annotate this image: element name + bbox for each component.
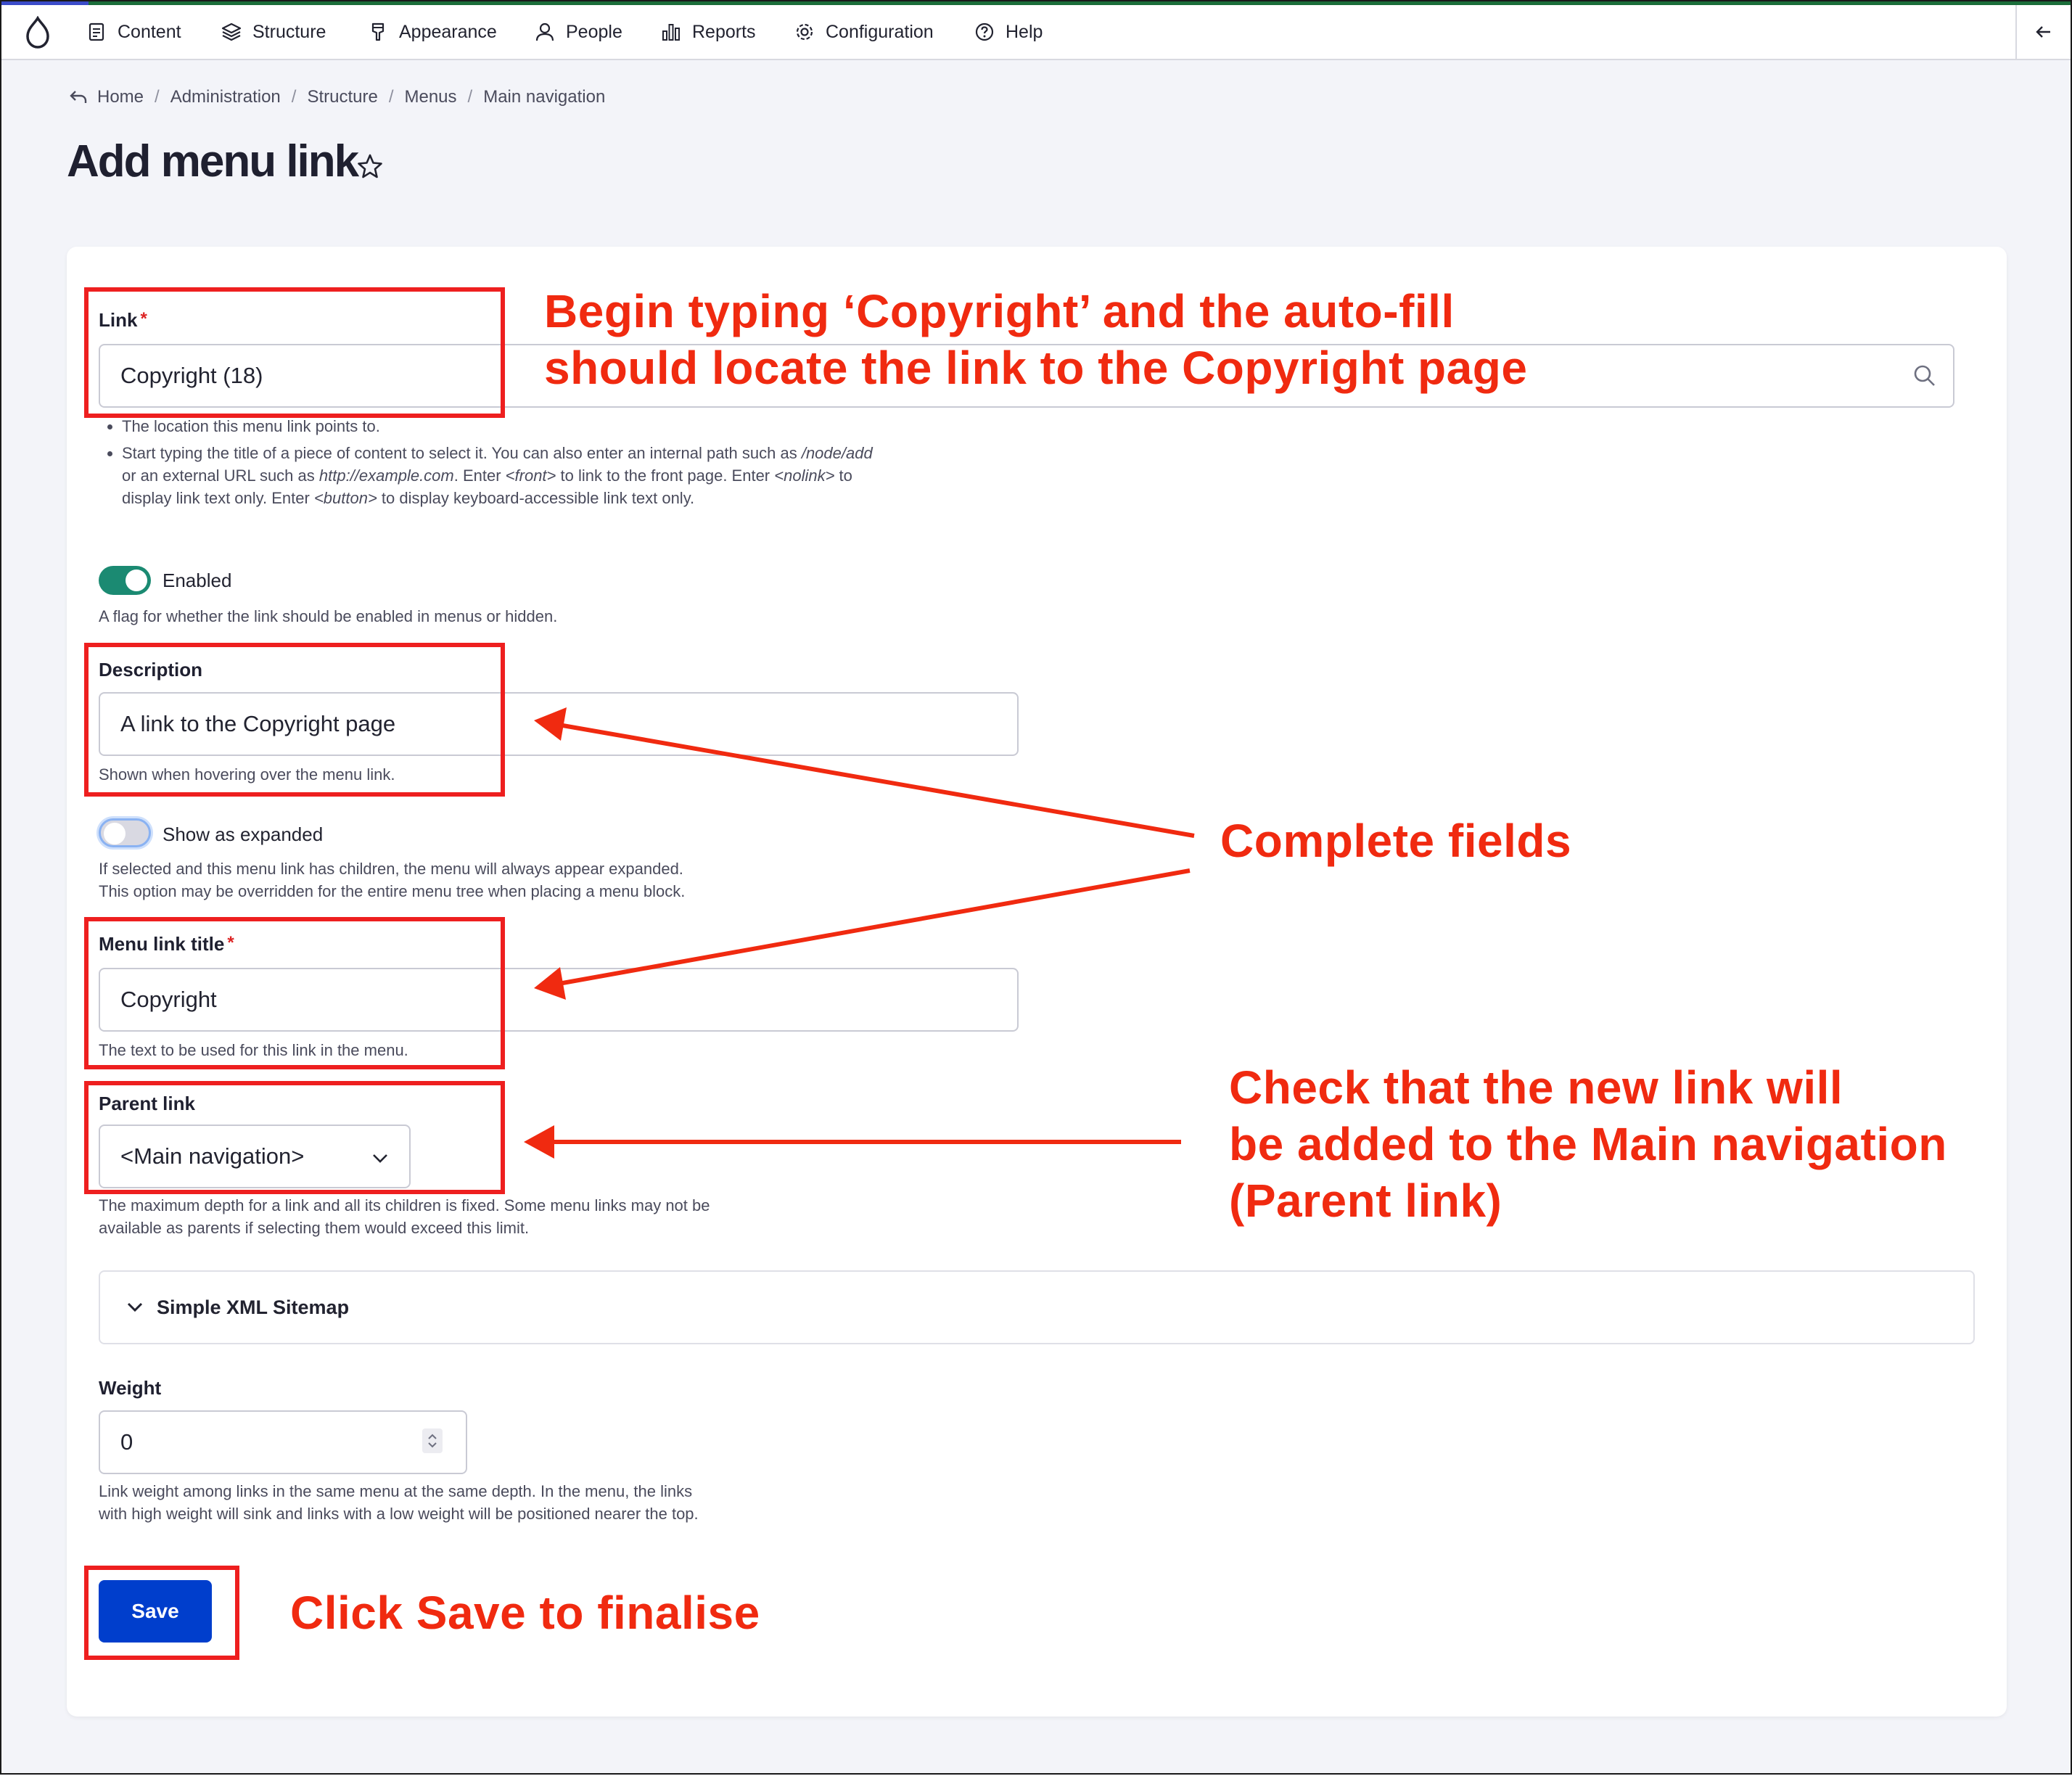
page: Content Structure Appearance People Repo… bbox=[0, 0, 2072, 1775]
nav-reports-label: Reports bbox=[692, 21, 756, 42]
save-highlight-box bbox=[84, 1566, 239, 1660]
breadcrumb-separator: / bbox=[291, 87, 297, 107]
drupal-logo-icon[interactable] bbox=[22, 16, 54, 49]
breadcrumb-administration[interactable]: Administration bbox=[170, 87, 281, 107]
link-help-code: <button> bbox=[313, 489, 377, 507]
weight-help-line: Link weight among links in the same menu… bbox=[99, 1482, 693, 1500]
breadcrumb-separator: / bbox=[467, 87, 473, 107]
show-expanded-help-line: If selected and this menu link has child… bbox=[99, 860, 683, 878]
breadcrumb-home[interactable]: Home bbox=[97, 87, 144, 107]
admin-toolbar: Content Structure Appearance People Repo… bbox=[1, 5, 2071, 60]
back-arrow-icon[interactable] bbox=[68, 87, 89, 107]
link-help-code: <front> bbox=[505, 466, 556, 485]
link-help-code: <nolink> bbox=[774, 466, 835, 485]
link-help-code: /node/add bbox=[801, 444, 873, 462]
nav-people[interactable]: People bbox=[534, 5, 622, 59]
show-expanded-help-line: This option may be overridden for the en… bbox=[99, 882, 686, 900]
link-help-text: The location this menu link points to. bbox=[122, 417, 380, 435]
breadcrumb-separator: / bbox=[388, 87, 394, 107]
star-shortcut-icon[interactable] bbox=[355, 152, 385, 181]
nav-help-label: Help bbox=[1006, 21, 1043, 42]
nav-appearance-label: Appearance bbox=[399, 21, 497, 42]
nav-configuration-label: Configuration bbox=[826, 21, 934, 42]
nav-appearance[interactable]: Appearance bbox=[367, 5, 497, 59]
appearance-icon bbox=[371, 22, 385, 41]
link-highlight-box bbox=[84, 287, 505, 418]
enabled-toggle[interactable] bbox=[99, 566, 151, 595]
nav-content-label: Content bbox=[118, 21, 181, 42]
nav-reports[interactable]: Reports bbox=[660, 5, 756, 59]
save-annotation: Click Save to finalise bbox=[290, 1587, 760, 1639]
show-expanded-toggle[interactable] bbox=[99, 818, 151, 847]
link-annotation-line: should locate the link to the Copyright … bbox=[544, 342, 1528, 394]
weight-help-line: with high weight will sink and links wit… bbox=[99, 1505, 699, 1523]
spinner-arrows-icon bbox=[428, 1434, 437, 1448]
link-help-item: The location this menu link points to. bbox=[122, 415, 882, 437]
parent-link-annotation-line: be added to the Main navigation bbox=[1229, 1118, 1947, 1170]
link-help-text: or an external URL such as bbox=[122, 466, 319, 485]
simple-xml-sitemap-details[interactable]: Simple XML Sitemap bbox=[99, 1270, 1975, 1344]
parent-link-help-line: The maximum depth for a link and all its… bbox=[99, 1196, 710, 1214]
nav-help[interactable]: Help bbox=[974, 5, 1043, 59]
parent-link-annotation-line: (Parent link) bbox=[1229, 1175, 1502, 1227]
nav-structure[interactable]: Structure bbox=[221, 5, 326, 59]
structure-icon bbox=[221, 22, 242, 41]
enabled-label: Enabled bbox=[163, 570, 232, 591]
link-help-text: to link to the front page. Enter bbox=[556, 466, 775, 485]
chevron-down-icon bbox=[127, 1302, 143, 1312]
weight-help: Link weight among links in the same menu… bbox=[99, 1480, 699, 1525]
parent-link-highlight-box bbox=[84, 1081, 505, 1194]
link-help-text: Start typing the title of a piece of con… bbox=[122, 444, 802, 462]
arrow-left-icon bbox=[2036, 26, 2050, 38]
complete-fields-annotation: Complete fields bbox=[1220, 815, 1572, 867]
configuration-icon bbox=[796, 23, 813, 41]
breadcrumb-structure[interactable]: Structure bbox=[307, 87, 377, 107]
breadcrumb: Home / Administration / Structure / Menu… bbox=[68, 84, 605, 110]
breadcrumb-separator: / bbox=[155, 87, 160, 107]
link-help-code: http://example.com bbox=[318, 466, 454, 485]
link-help: The location this menu link points to. S… bbox=[99, 415, 882, 514]
parent-link-annotation: Check that the new link will be added to… bbox=[1229, 1059, 1947, 1229]
weight-label: Weight bbox=[99, 1377, 162, 1399]
enabled-help: A flag for whether the link should be en… bbox=[99, 607, 558, 625]
nav-structure-label: Structure bbox=[252, 21, 326, 42]
search-icon bbox=[1914, 365, 1935, 386]
menu-title-highlight-box bbox=[84, 917, 505, 1069]
breadcrumb-main-navigation[interactable]: Main navigation bbox=[483, 87, 605, 107]
link-help-text: . Enter bbox=[453, 466, 506, 485]
reports-icon bbox=[662, 24, 680, 41]
description-highlight-box bbox=[84, 643, 505, 797]
help-icon bbox=[975, 22, 994, 41]
weight-spinner[interactable] bbox=[422, 1428, 443, 1453]
nav-people-label: People bbox=[566, 21, 622, 42]
show-expanded-label: Show as expanded bbox=[163, 823, 324, 845]
parent-link-annotation-line: Check that the new link will bbox=[1229, 1061, 1843, 1114]
collapse-sidebar-button[interactable] bbox=[2015, 5, 2071, 59]
link-help-text: to display keyboard-accessible link text… bbox=[377, 489, 695, 507]
content-icon bbox=[89, 22, 104, 41]
link-help-item: Start typing the title of a piece of con… bbox=[122, 442, 882, 509]
nav-configuration[interactable]: Configuration bbox=[794, 5, 934, 59]
breadcrumb-menus[interactable]: Menus bbox=[404, 87, 456, 107]
link-annotation: Begin typing ‘Copyright’ and the auto-fi… bbox=[544, 283, 1527, 396]
weight-input[interactable] bbox=[99, 1410, 467, 1474]
show-expanded-help: If selected and this menu link has child… bbox=[99, 858, 685, 903]
page-title: Add menu link bbox=[67, 136, 359, 186]
people-icon bbox=[535, 22, 554, 41]
nav-content[interactable]: Content bbox=[86, 5, 181, 59]
link-annotation-line: Begin typing ‘Copyright’ and the auto-fi… bbox=[544, 285, 1455, 337]
parent-link-help: The maximum depth for a link and all its… bbox=[99, 1194, 710, 1239]
simple-xml-sitemap-label: Simple XML Sitemap bbox=[157, 1296, 350, 1318]
parent-link-help-line: available as parents if selecting them w… bbox=[99, 1219, 530, 1237]
